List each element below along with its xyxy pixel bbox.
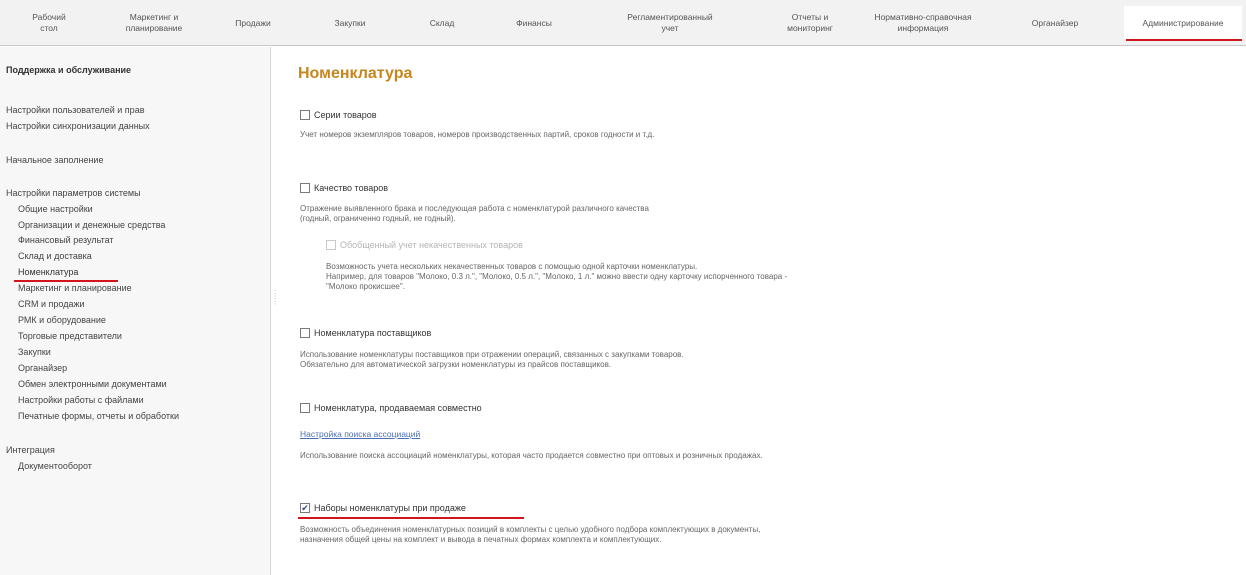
sidebar-item-financial-result[interactable]: Финансовый результат (18, 235, 114, 245)
quality-label: Качество товаров (314, 183, 389, 193)
series-option[interactable]: Серии товаров (300, 110, 377, 120)
top-menu-item-regulated-accounting[interactable]: Регламентированный учет (610, 6, 730, 40)
top-menu-item-desktop[interactable]: Рабочий стол (14, 6, 84, 40)
supplier-description-line1: Использование номенклатуры поставщиков п… (300, 350, 684, 359)
quality-checkbox[interactable] (300, 183, 310, 193)
series-description: Учет номеров экземпляров товаров, номеро… (300, 130, 655, 139)
quality-option[interactable]: Качество товаров (300, 183, 388, 193)
page-title: Номенклатура (298, 65, 413, 82)
quality-description-line2: (годный, ограниченно годный, не годный). (300, 214, 456, 223)
quality-description-line1: Отражение выявленного брака и последующа… (300, 204, 649, 213)
sidebar-selection-underline (14, 280, 118, 282)
generalized-description-line3: "Молоко прокисшее". (326, 282, 405, 291)
sidebar-link-initial-fill[interactable]: Начальное заполнение (6, 155, 103, 165)
sold-together-checkbox[interactable] (300, 403, 310, 413)
top-menu-item-organizer[interactable]: Органайзер (1018, 6, 1092, 40)
generalized-label: Обобщенный учет некачественных товаров (340, 240, 523, 250)
supplier-nomenclature-checkbox[interactable] (300, 328, 310, 338)
generalized-description-line1: Возможность учета нескольких некачествен… (326, 262, 698, 271)
sidebar-group-integration: Интеграция (6, 445, 55, 455)
sidebar-link-sync-settings[interactable]: Настройки синхронизации данных (6, 121, 150, 131)
series-checkbox[interactable] (300, 110, 310, 120)
supplier-nomenclature-option[interactable]: Номенклатура поставщиков (300, 328, 431, 338)
generalized-description-line2: Например, для товаров "Молоко, 0.3 л.", … (326, 272, 788, 281)
sidebar-item-general-settings[interactable]: Общие настройки (18, 204, 93, 214)
sidebar-item-sales-reps[interactable]: Торговые представители (18, 331, 122, 341)
sidebar-heading-support: Поддержка и обслуживание (6, 65, 132, 75)
kits-checkbox[interactable]: ✔ (300, 503, 310, 513)
top-menu-item-sales[interactable]: Продажи (224, 6, 282, 40)
active-section-underline (1126, 39, 1242, 41)
top-menu-bar: Рабочий стол Маркетинг и планирование Прод… (0, 0, 1246, 46)
sold-together-description: Использование поиска ассоциаций номенкла… (300, 451, 763, 460)
sidebar-item-organizations-funds[interactable]: Организации и денежные средства (18, 220, 165, 230)
generalized-option: Обобщенный учет некачественных товаров (326, 240, 523, 250)
top-menu-item-reference-info[interactable]: Нормативно-справочная информация (864, 6, 982, 40)
sidebar-item-file-settings[interactable]: Настройки работы с файлами (18, 395, 144, 405)
sidebar-item-crm-sales[interactable]: CRM и продажи (18, 299, 85, 309)
top-menu-item-finance[interactable]: Финансы (503, 6, 565, 40)
sidebar-link-users-rights[interactable]: Настройки пользователей и прав (6, 105, 144, 115)
kits-label: Наборы номенклатуры при продаже (314, 503, 466, 513)
sold-together-label: Номенклатура, продаваемая совместно (314, 403, 482, 413)
sidebar-item-print-forms[interactable]: Печатные формы, отчеты и обработки (18, 411, 179, 421)
supplier-description-line2: Обязательно для автоматической загрузки … (300, 360, 612, 369)
sidebar-item-pos-equipment[interactable]: РМК и оборудование (18, 315, 106, 325)
sidebar-item-marketing[interactable]: Маркетинг и планирование (18, 283, 132, 293)
series-label: Серии товаров (314, 110, 377, 120)
supplier-nomenclature-label: Номенклатура поставщиков (314, 328, 432, 338)
sidebar-item-nomenclature[interactable]: Номенклатура (18, 267, 78, 277)
panel-splitter-handle[interactable]: ⋮ ⋮ (271, 290, 279, 316)
sidebar-item-warehouse-delivery[interactable]: Склад и доставка (18, 251, 92, 261)
generalized-checkbox (326, 240, 336, 250)
sidebar-item-docflow[interactable]: Документооборот (18, 461, 92, 471)
top-menu-item-administration[interactable]: Администрирование (1124, 6, 1242, 40)
sidebar-group-system-params: Настройки параметров системы (6, 188, 141, 198)
kits-description-line1: Возможность объединения номенклатурных п… (300, 525, 761, 534)
top-menu-item-reports[interactable]: Отчеты и мониторинг (770, 6, 850, 40)
main-content: Номенклатура Серии товаров Учет номеров … (278, 47, 1246, 575)
top-menu-item-warehouse[interactable]: Склад (415, 6, 469, 40)
top-menu-item-marketing[interactable]: Маркетинг и планирование (104, 6, 204, 40)
sidebar-item-purchases[interactable]: Закупки (18, 347, 51, 357)
association-search-settings-link[interactable]: Настройка поиска ассоциаций (300, 429, 420, 439)
kits-highlight-underline (298, 517, 524, 519)
sold-together-option[interactable]: Номенклатура, продаваемая совместно (300, 403, 482, 413)
sidebar: Поддержка и обслуживание Настройки польз… (0, 47, 271, 575)
kits-description-line2: назначения общей цены на комплект и выво… (300, 535, 662, 544)
kits-option[interactable]: ✔ Наборы номенклатуры при продаже (300, 503, 466, 513)
sidebar-item-organizer[interactable]: Органайзер (18, 363, 67, 373)
sidebar-item-edi[interactable]: Обмен электронными документами (18, 379, 167, 389)
top-menu-item-purchases[interactable]: Закупки (320, 6, 380, 40)
